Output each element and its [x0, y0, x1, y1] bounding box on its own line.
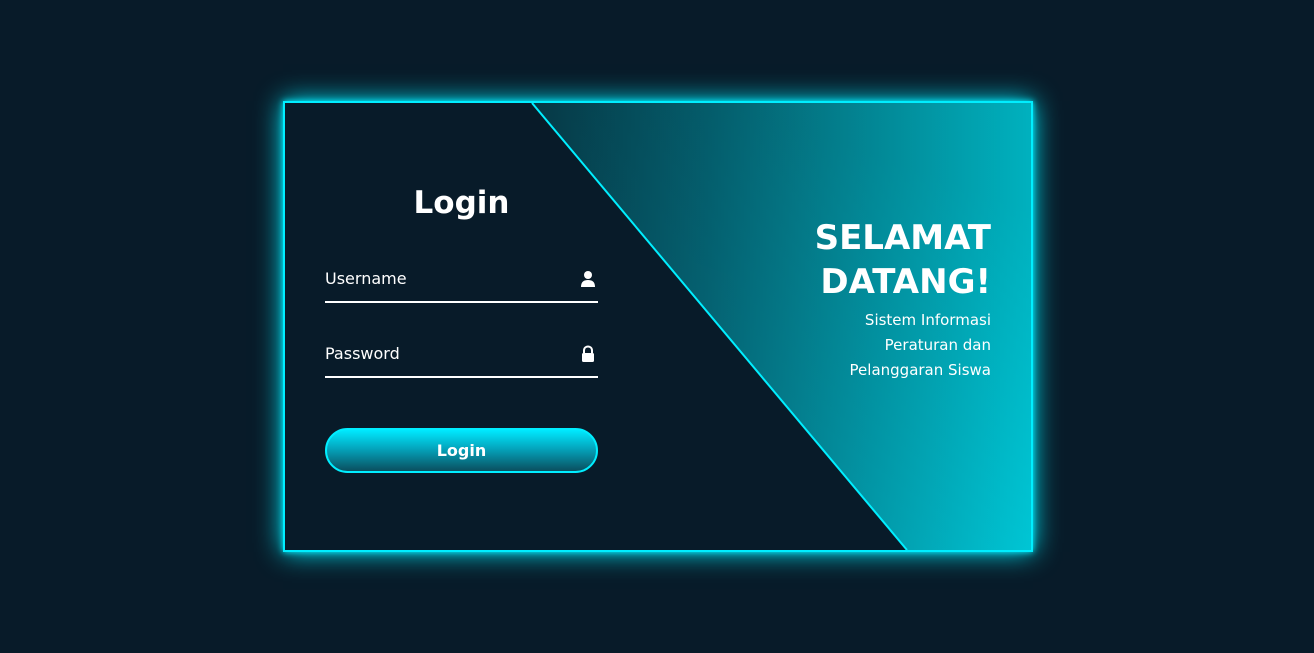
subtitle-line3: Pelanggaran Siswa — [849, 361, 991, 379]
login-card: Login Username Password Login SELAMAT DA… — [283, 101, 1033, 552]
login-title: Login — [413, 185, 510, 221]
welcome-heading-line1: SELAMAT — [814, 218, 991, 258]
subtitle-line1: Sistem Informasi — [864, 311, 991, 329]
user-icon — [580, 270, 596, 288]
welcome-heading: SELAMAT DATANG! — [731, 216, 991, 304]
page: Login Username Password Login SELAMAT DA… — [0, 0, 1314, 653]
password-input[interactable] — [325, 330, 565, 376]
subtitle-line2: Peraturan dan — [884, 336, 991, 354]
username-input[interactable] — [325, 255, 565, 301]
welcome-panel: SELAMAT DATANG! Sistem Informasi Peratur… — [731, 216, 991, 383]
welcome-heading-line2: DATANG! — [820, 262, 991, 302]
welcome-subtitle: Sistem Informasi Peraturan dan Pelanggar… — [731, 308, 991, 383]
login-button[interactable]: Login — [325, 428, 598, 473]
password-field[interactable]: Password — [325, 326, 598, 378]
username-field[interactable]: Username — [325, 251, 598, 303]
lock-icon — [580, 345, 596, 363]
